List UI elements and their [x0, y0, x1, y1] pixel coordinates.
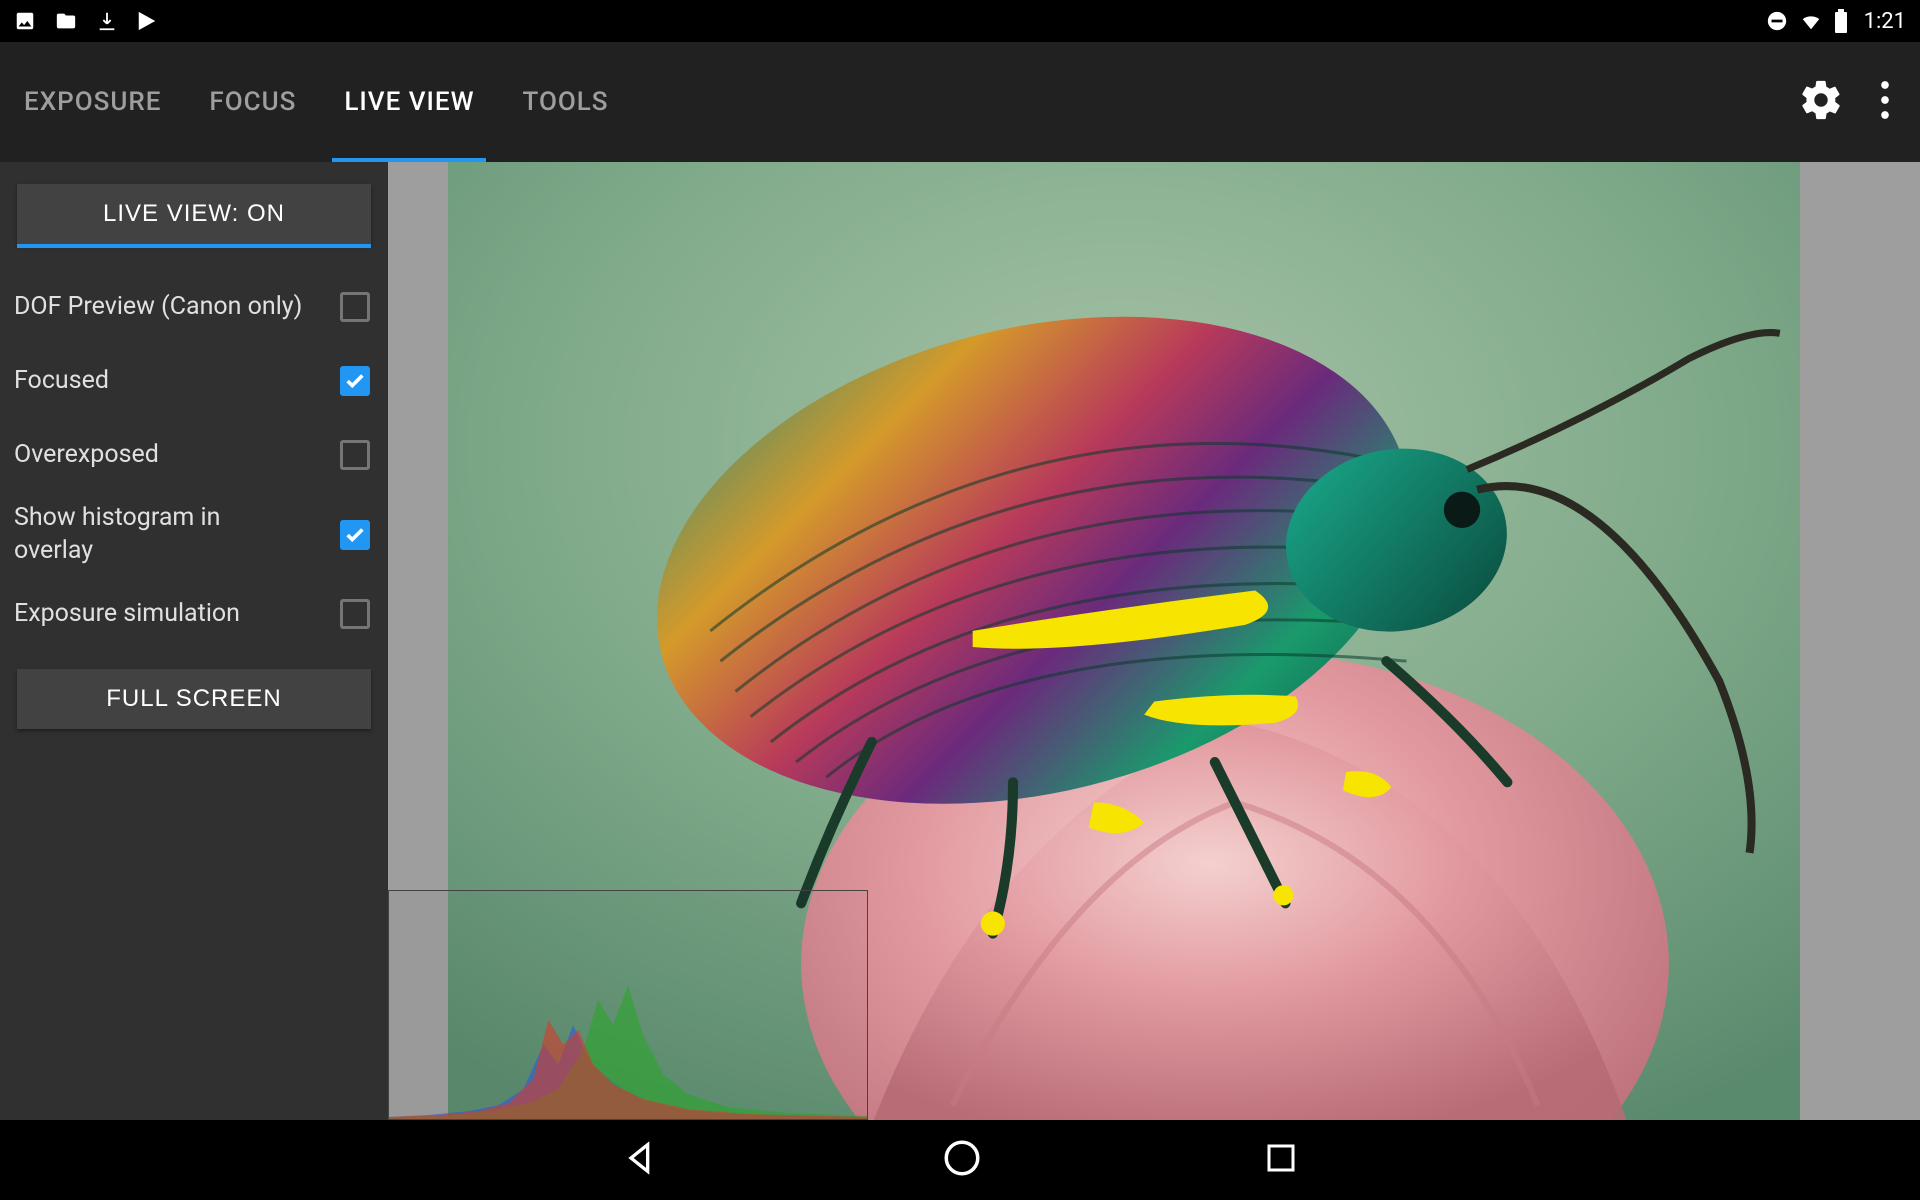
live-view-toggle-button[interactable]: LIVE VIEW: ON: [17, 184, 371, 244]
tab-bar: EXPOSURE FOCUS LIVE VIEW TOOLS: [22, 42, 611, 162]
checkbox[interactable]: [340, 292, 370, 322]
folder-icon: [54, 10, 78, 32]
download-icon: [96, 10, 118, 32]
option-label: Focused: [14, 365, 109, 398]
option-label: Show histogram in overlay: [14, 502, 304, 567]
app-toolbar: EXPOSURE FOCUS LIVE VIEW TOOLS: [0, 42, 1920, 162]
tab-live-view[interactable]: LIVE VIEW: [342, 42, 476, 162]
checkbox[interactable]: [340, 520, 370, 550]
play-store-icon: [136, 10, 158, 32]
wifi-icon: [1798, 10, 1824, 32]
option-label: Exposure simulation: [14, 598, 240, 631]
live-view-sidebar: LIVE VIEW: ON DOF Preview (Canon only) F…: [0, 162, 388, 1120]
back-icon[interactable]: [621, 1138, 661, 1182]
status-time: 1:21: [1864, 9, 1906, 34]
more-vert-icon[interactable]: [1880, 80, 1890, 124]
checkbox[interactable]: [340, 366, 370, 396]
full-screen-button[interactable]: FULL SCREEN: [17, 669, 371, 729]
content-area: LIVE VIEW: ON DOF Preview (Canon only) F…: [0, 162, 1920, 1120]
tab-tools[interactable]: TOOLS: [520, 42, 610, 162]
home-icon[interactable]: [941, 1137, 983, 1183]
image-icon: [14, 10, 36, 32]
recents-icon[interactable]: [1263, 1140, 1299, 1180]
tab-focus[interactable]: FOCUS: [207, 42, 298, 162]
option-label: Overexposed: [14, 439, 159, 472]
android-nav-bar: [0, 1120, 1920, 1200]
checkbox[interactable]: [340, 440, 370, 470]
option-focused[interactable]: Focused: [14, 344, 374, 418]
histogram-overlay: [388, 890, 868, 1120]
android-status-bar: 1:21: [0, 0, 1920, 42]
settings-icon[interactable]: [1798, 77, 1844, 127]
option-overexposed[interactable]: Overexposed: [14, 418, 374, 492]
option-dof-preview[interactable]: DOF Preview (Canon only): [14, 270, 374, 344]
option-exposure-simulation[interactable]: Exposure simulation: [14, 577, 374, 651]
checkbox[interactable]: [340, 599, 370, 629]
option-label: DOF Preview (Canon only): [14, 291, 302, 324]
tab-exposure[interactable]: EXPOSURE: [22, 42, 163, 162]
option-show-histogram[interactable]: Show histogram in overlay: [14, 492, 374, 577]
live-view-viewport[interactable]: [388, 162, 1920, 1120]
battery-icon: [1834, 9, 1848, 33]
do-not-disturb-icon: [1766, 10, 1788, 32]
